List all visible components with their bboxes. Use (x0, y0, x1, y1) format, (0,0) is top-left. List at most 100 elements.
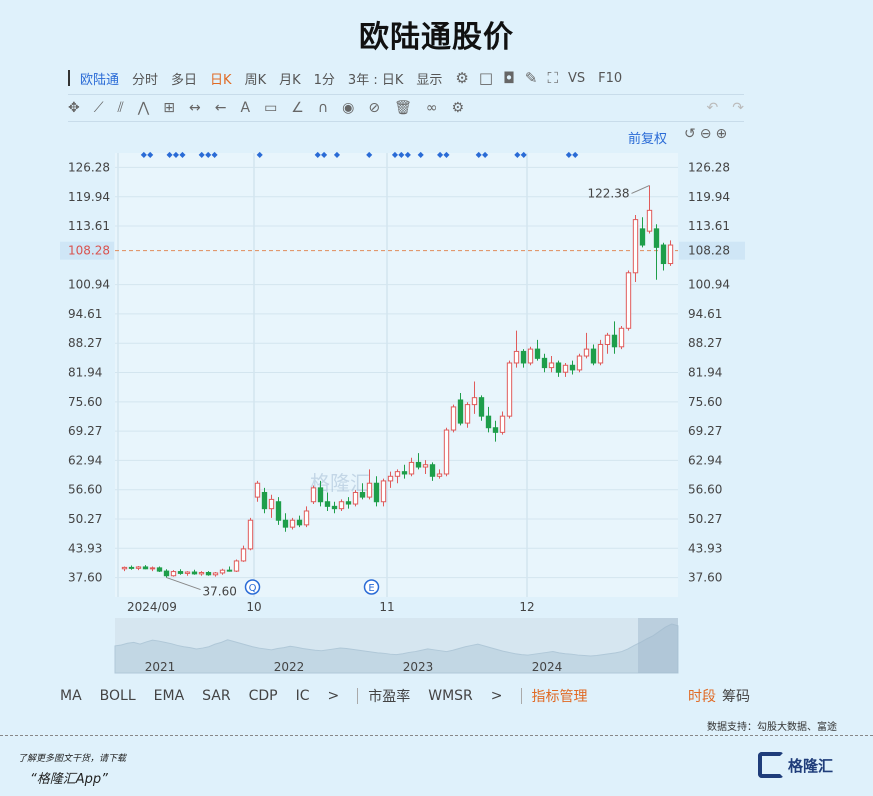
indicator-ma[interactable]: MA (60, 688, 82, 704)
gear-small-icon[interactable]: ⚙ (452, 100, 465, 116)
candlestick-chart[interactable]: 2024/09 10 11 12 126.28 126.28 119.94 119.94 113… (60, 145, 750, 675)
candle-body (149, 567, 156, 570)
overview-year-label: 2024 (532, 660, 563, 674)
pen-icon[interactable]: ✎ (525, 69, 538, 87)
move-icon[interactable]: ✥ (68, 100, 80, 116)
candle-body (156, 567, 163, 572)
candle-body (275, 501, 282, 521)
y-tick-label-right: 119.94 (688, 190, 730, 204)
range-select[interactable]: 3年 : 日K (348, 69, 403, 88)
redo-icon[interactable]: ↷ (732, 100, 744, 116)
period-tab-1min[interactable]: 1分 (314, 69, 335, 88)
measure-tool-icon[interactable]: ↔ (189, 100, 201, 116)
angle-icon[interactable]: ∠ (291, 100, 304, 116)
period-segment-button[interactable]: 时段 (688, 686, 716, 706)
period-tab-daily[interactable]: 日K (210, 69, 232, 88)
event-diamond-marker: ◆ (334, 150, 341, 159)
line-tool-icon[interactable]: ⟋ (94, 100, 104, 116)
trash-icon[interactable]: 🗑 (394, 100, 412, 116)
y-tick-label-left: 108.28 (68, 244, 110, 258)
candle-body (317, 487, 324, 503)
chip-distribution-button[interactable]: 筹码 (722, 686, 750, 706)
y-tick-label-left: 75.60 (68, 395, 102, 409)
indicator-boll[interactable]: BOLL (100, 688, 136, 704)
y-tick-label-left: 119.94 (68, 190, 110, 204)
text-tool-icon[interactable]: A (240, 100, 250, 116)
indicator-ema[interactable]: EMA (154, 688, 185, 704)
display-select[interactable]: 显示 (416, 69, 442, 88)
period-tab-multiday[interactable]: 多日 (171, 69, 197, 88)
indicator-pe[interactable]: 市盈率 (368, 686, 410, 706)
square-icon[interactable]: □ (479, 69, 493, 87)
candle-body (289, 519, 296, 528)
candle-body (408, 461, 415, 475)
candle-body (457, 399, 464, 424)
candle-body (534, 348, 541, 359)
candle-body (163, 570, 170, 577)
link-icon[interactable]: ∞ (426, 100, 438, 116)
overview-selection-window (638, 618, 678, 673)
indicator-more-button[interactable]: > (328, 688, 340, 704)
event-marker-label: Q (249, 583, 257, 594)
candle-body (394, 471, 401, 477)
event-diamond-marker: ◆ (147, 150, 154, 159)
y-tick-label-right: 56.60 (688, 483, 722, 497)
indicator-ic[interactable]: IC (296, 688, 310, 704)
period-tab-monthly[interactable]: 月K (279, 69, 301, 88)
y-tick-label-right: 50.27 (688, 512, 722, 526)
event-diamond-marker: ◆ (257, 150, 264, 159)
brand-logo: 格隆汇 (758, 752, 833, 778)
plot-area (115, 153, 678, 597)
candle-body (254, 482, 261, 498)
hide-icon[interactable]: ⊘ (368, 100, 380, 116)
undo-icon[interactable]: ↶ (707, 100, 719, 116)
candle-body (268, 498, 275, 510)
candle-body (618, 327, 625, 348)
f10-button[interactable]: F10 (598, 71, 622, 86)
reset-icon[interactable]: ↺ (684, 126, 700, 142)
candle-body (492, 427, 499, 433)
channel-tool-icon[interactable]: ⫽ (118, 100, 124, 116)
x-tick-label: 2024/09 (127, 600, 177, 614)
candle-body (338, 501, 345, 510)
comment-icon[interactable]: ▭ (264, 100, 277, 116)
event-diamond-marker: ◆ (321, 150, 328, 159)
eye-icon[interactable]: ◉ (342, 100, 354, 116)
fib-tool-icon[interactable]: ⊞ (163, 100, 175, 116)
settings-gear-icon[interactable]: ⚙ (455, 69, 468, 87)
stock-name-tab[interactable]: 欧陆通 (80, 69, 119, 88)
indicator-cdp[interactable]: CDP (249, 688, 278, 704)
candle-body (282, 519, 289, 528)
candle-body (639, 228, 646, 246)
candle-body (233, 560, 240, 572)
indicator-sar[interactable]: SAR (202, 688, 230, 704)
candle-body (653, 228, 660, 248)
drawing-toolbar: ✥ ⟋ ⫽ ⋀ ⊞ ↔ ← A ▭ ∠ ∩ ◉ ⊘ 🗑 ∞ ⚙ ↶ ↷ (68, 94, 744, 122)
candle-body (604, 334, 611, 345)
candle-body (611, 334, 618, 348)
candle-body (422, 464, 429, 468)
indicator-manage-button[interactable]: 指标管理 (532, 686, 588, 706)
candle-body (359, 491, 366, 498)
magnet-icon[interactable]: ∩ (318, 100, 328, 116)
indicator-bar: MA BOLL EMA SAR CDP IC > 市盈率 WMSR > 指标管理… (60, 684, 750, 708)
chart-toolbar: 欧陆通 分时 多日 日K 周K 月K 1分 3年 : 日K 显示 ⚙ □ ◘ ✎… (68, 64, 744, 92)
y-tick-label-left: 100.94 (68, 278, 110, 292)
arrow-tool-icon[interactable]: ← (215, 100, 227, 116)
candle-body (450, 406, 457, 431)
candle-body (555, 362, 562, 373)
period-tab-weekly[interactable]: 周K (245, 69, 267, 88)
candle-body (464, 404, 471, 424)
zoom-out-icon[interactable]: ⊖ (700, 126, 716, 142)
wave-tool-icon[interactable]: ⋀ (138, 100, 149, 116)
page-title: 欧陆通股价 (359, 20, 514, 55)
camera-icon[interactable]: ◘ (503, 69, 515, 87)
fullscreen-icon[interactable]: ⛶ (547, 69, 558, 87)
y-tick-label-right: 37.60 (688, 571, 722, 585)
indicator-wmsr[interactable]: WMSR (428, 688, 473, 704)
indicator-more-button-2[interactable]: > (491, 688, 503, 704)
vs-button[interactable]: VS (568, 71, 585, 86)
y-tick-label-left: 56.60 (68, 483, 102, 497)
period-tab-timeshare[interactable]: 分时 (132, 69, 158, 88)
zoom-in-icon[interactable]: ⊕ (715, 126, 731, 142)
